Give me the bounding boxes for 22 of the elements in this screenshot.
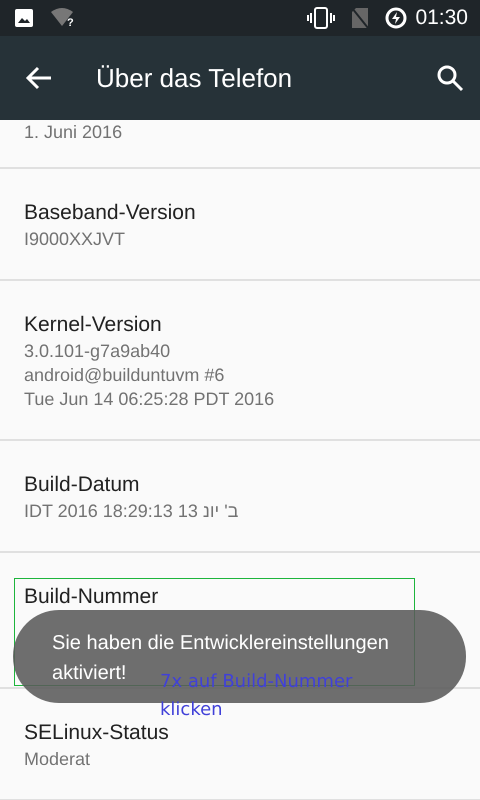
setting-title: Kernel-Version: [24, 312, 163, 338]
wifi-question-mark: ?: [67, 16, 74, 31]
setting-value: 1. Juni 2016: [24, 122, 122, 142]
toolbar-title: Über das Telefon: [96, 62, 292, 94]
setting-value: Tue Jun 14 06:25:28 PDT 2016: [24, 389, 274, 409]
setting-value: ב' יונ 13 18:29:13 IDT 2016: [24, 501, 238, 521]
back-arrow-icon[interactable]: [26, 66, 52, 90]
image-icon: [14, 8, 34, 28]
clock: 01:30: [415, 5, 468, 32]
setting-title: Baseband-Version: [24, 200, 197, 226]
vibrate-icon: [307, 7, 336, 29]
annotation-text: 7x auf Build-Nummer klicken: [160, 670, 354, 722]
setting-title: Build-Nummer: [24, 584, 160, 610]
battery-charging-icon: [385, 7, 408, 29]
setting-value: 3.0.101-g7a9ab40: [24, 341, 170, 361]
setting-title: Build-Datum: [24, 472, 141, 498]
no-sim-icon: [351, 7, 370, 29]
setting-title: SELinux-Status: [24, 720, 170, 746]
search-icon[interactable]: [436, 64, 464, 92]
setting-value: android@builduntuvm #6: [24, 365, 224, 385]
setting-value: I9000XXJVT: [24, 229, 126, 249]
setting-value: Moderat: [24, 749, 90, 769]
